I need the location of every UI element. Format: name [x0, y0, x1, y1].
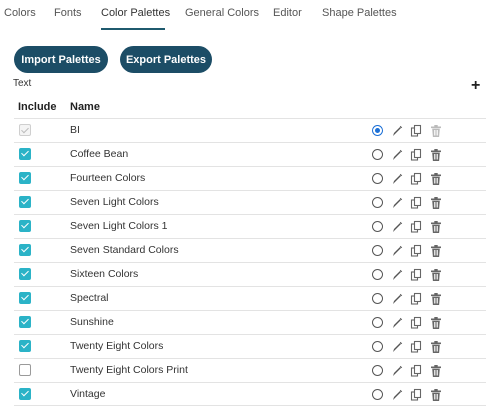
- palette-name: Twenty Eight Colors: [70, 340, 164, 352]
- tab-color-palettes[interactable]: Color Palettes: [101, 7, 170, 19]
- active-tab-indicator: [101, 28, 165, 30]
- delete-icon[interactable]: [430, 316, 442, 330]
- delete-icon[interactable]: [430, 268, 442, 282]
- edit-icon[interactable]: [391, 364, 403, 378]
- copy-icon[interactable]: [410, 244, 422, 258]
- palette-name: Vintage: [70, 388, 106, 400]
- table-row: Spectral: [14, 286, 486, 310]
- table-row: Seven Light Colors 1: [14, 214, 486, 238]
- table-row: Seven Light Colors: [14, 190, 486, 214]
- default-palette-radio[interactable]: [372, 389, 383, 400]
- table-row: Coffee Bean: [14, 142, 486, 166]
- include-checkbox[interactable]: [19, 388, 31, 400]
- palette-name: Seven Light Colors: [70, 196, 159, 208]
- tab-shape-palettes[interactable]: Shape Palettes: [322, 7, 397, 19]
- plus-icon[interactable]: +: [471, 78, 480, 94]
- table-row: BI: [14, 118, 486, 142]
- copy-icon[interactable]: [410, 220, 422, 234]
- default-palette-radio[interactable]: [372, 173, 383, 184]
- default-palette-radio[interactable]: [372, 293, 383, 304]
- delete-icon[interactable]: [430, 364, 442, 378]
- delete-icon[interactable]: [430, 220, 442, 234]
- tab-editor[interactable]: Editor: [273, 7, 302, 19]
- edit-icon[interactable]: [391, 124, 403, 138]
- palette-name: Coffee Bean: [70, 148, 129, 160]
- palette-name: Twenty Eight Colors Print: [70, 364, 188, 376]
- edit-icon[interactable]: [391, 316, 403, 330]
- palette-name: Sixteen Colors: [70, 268, 139, 280]
- include-checkbox[interactable]: [19, 316, 31, 328]
- tab-general-colors[interactable]: General Colors: [185, 7, 259, 19]
- include-checkbox[interactable]: [19, 172, 31, 184]
- edit-icon[interactable]: [391, 292, 403, 306]
- default-palette-radio[interactable]: [372, 149, 383, 160]
- edit-icon[interactable]: [391, 244, 403, 258]
- default-palette-radio[interactable]: [372, 317, 383, 328]
- default-palette-radio[interactable]: [372, 269, 383, 280]
- import-palettes-button[interactable]: Import Palettes: [14, 46, 108, 73]
- palette-name: Spectral: [70, 292, 109, 304]
- table-row: Vintage: [14, 382, 486, 406]
- table-row: Sunshine: [14, 310, 486, 334]
- delete-icon[interactable]: [430, 244, 442, 258]
- edit-icon[interactable]: [391, 268, 403, 282]
- header-include: Include: [18, 101, 57, 113]
- delete-icon[interactable]: [430, 172, 442, 186]
- default-palette-radio[interactable]: [372, 341, 383, 352]
- include-checkbox[interactable]: [19, 148, 31, 160]
- table-row: Seven Standard Colors: [14, 238, 486, 262]
- palette-name: Fourteen Colors: [70, 172, 146, 184]
- tab-bar: Colors Fonts Color Palettes General Colo…: [0, 0, 492, 30]
- palette-name: Seven Standard Colors: [70, 244, 179, 256]
- copy-icon[interactable]: [410, 292, 422, 306]
- edit-icon[interactable]: [391, 220, 403, 234]
- include-checkbox[interactable]: [19, 340, 31, 352]
- palette-name: BI: [70, 124, 80, 136]
- table-row: Twenty Eight Colors: [14, 334, 486, 358]
- palette-name: Seven Light Colors 1: [70, 220, 168, 232]
- delete-icon[interactable]: [430, 196, 442, 210]
- include-checkbox[interactable]: [19, 268, 31, 280]
- copy-icon[interactable]: [410, 124, 422, 138]
- section-label: Text: [13, 78, 32, 89]
- copy-icon[interactable]: [410, 196, 422, 210]
- default-palette-radio[interactable]: [372, 221, 383, 232]
- tab-colors[interactable]: Colors: [4, 7, 36, 19]
- palette-name: Sunshine: [70, 316, 114, 328]
- include-checkbox[interactable]: [19, 220, 31, 232]
- header-name: Name: [70, 101, 100, 113]
- default-palette-radio[interactable]: [372, 365, 383, 376]
- copy-icon[interactable]: [410, 388, 422, 402]
- copy-icon[interactable]: [410, 364, 422, 378]
- copy-icon[interactable]: [410, 340, 422, 354]
- default-palette-radio[interactable]: [372, 125, 383, 136]
- edit-icon[interactable]: [391, 388, 403, 402]
- copy-icon[interactable]: [410, 268, 422, 282]
- table-row: Sixteen Colors: [14, 262, 486, 286]
- include-checkbox[interactable]: [19, 196, 31, 208]
- table-row: Twenty Eight Colors Print: [14, 358, 486, 382]
- edit-icon[interactable]: [391, 172, 403, 186]
- delete-icon[interactable]: [430, 340, 442, 354]
- tab-fonts[interactable]: Fonts: [54, 7, 82, 19]
- edit-icon[interactable]: [391, 148, 403, 162]
- copy-icon[interactable]: [410, 148, 422, 162]
- include-checkbox[interactable]: [19, 292, 31, 304]
- delete-icon: [430, 124, 442, 138]
- default-palette-radio[interactable]: [372, 197, 383, 208]
- delete-icon[interactable]: [430, 148, 442, 162]
- table-row: Fourteen Colors: [14, 166, 486, 190]
- include-checkbox[interactable]: [19, 244, 31, 256]
- delete-icon[interactable]: [430, 292, 442, 306]
- edit-icon[interactable]: [391, 196, 403, 210]
- copy-icon[interactable]: [410, 316, 422, 330]
- table-bottom-border: [14, 405, 486, 406]
- copy-icon[interactable]: [410, 172, 422, 186]
- default-palette-radio[interactable]: [372, 245, 383, 256]
- export-palettes-button[interactable]: Export Palettes: [120, 46, 212, 73]
- include-checkbox[interactable]: [19, 364, 31, 376]
- delete-icon[interactable]: [430, 388, 442, 402]
- include-checkbox: [19, 124, 31, 136]
- edit-icon[interactable]: [391, 340, 403, 354]
